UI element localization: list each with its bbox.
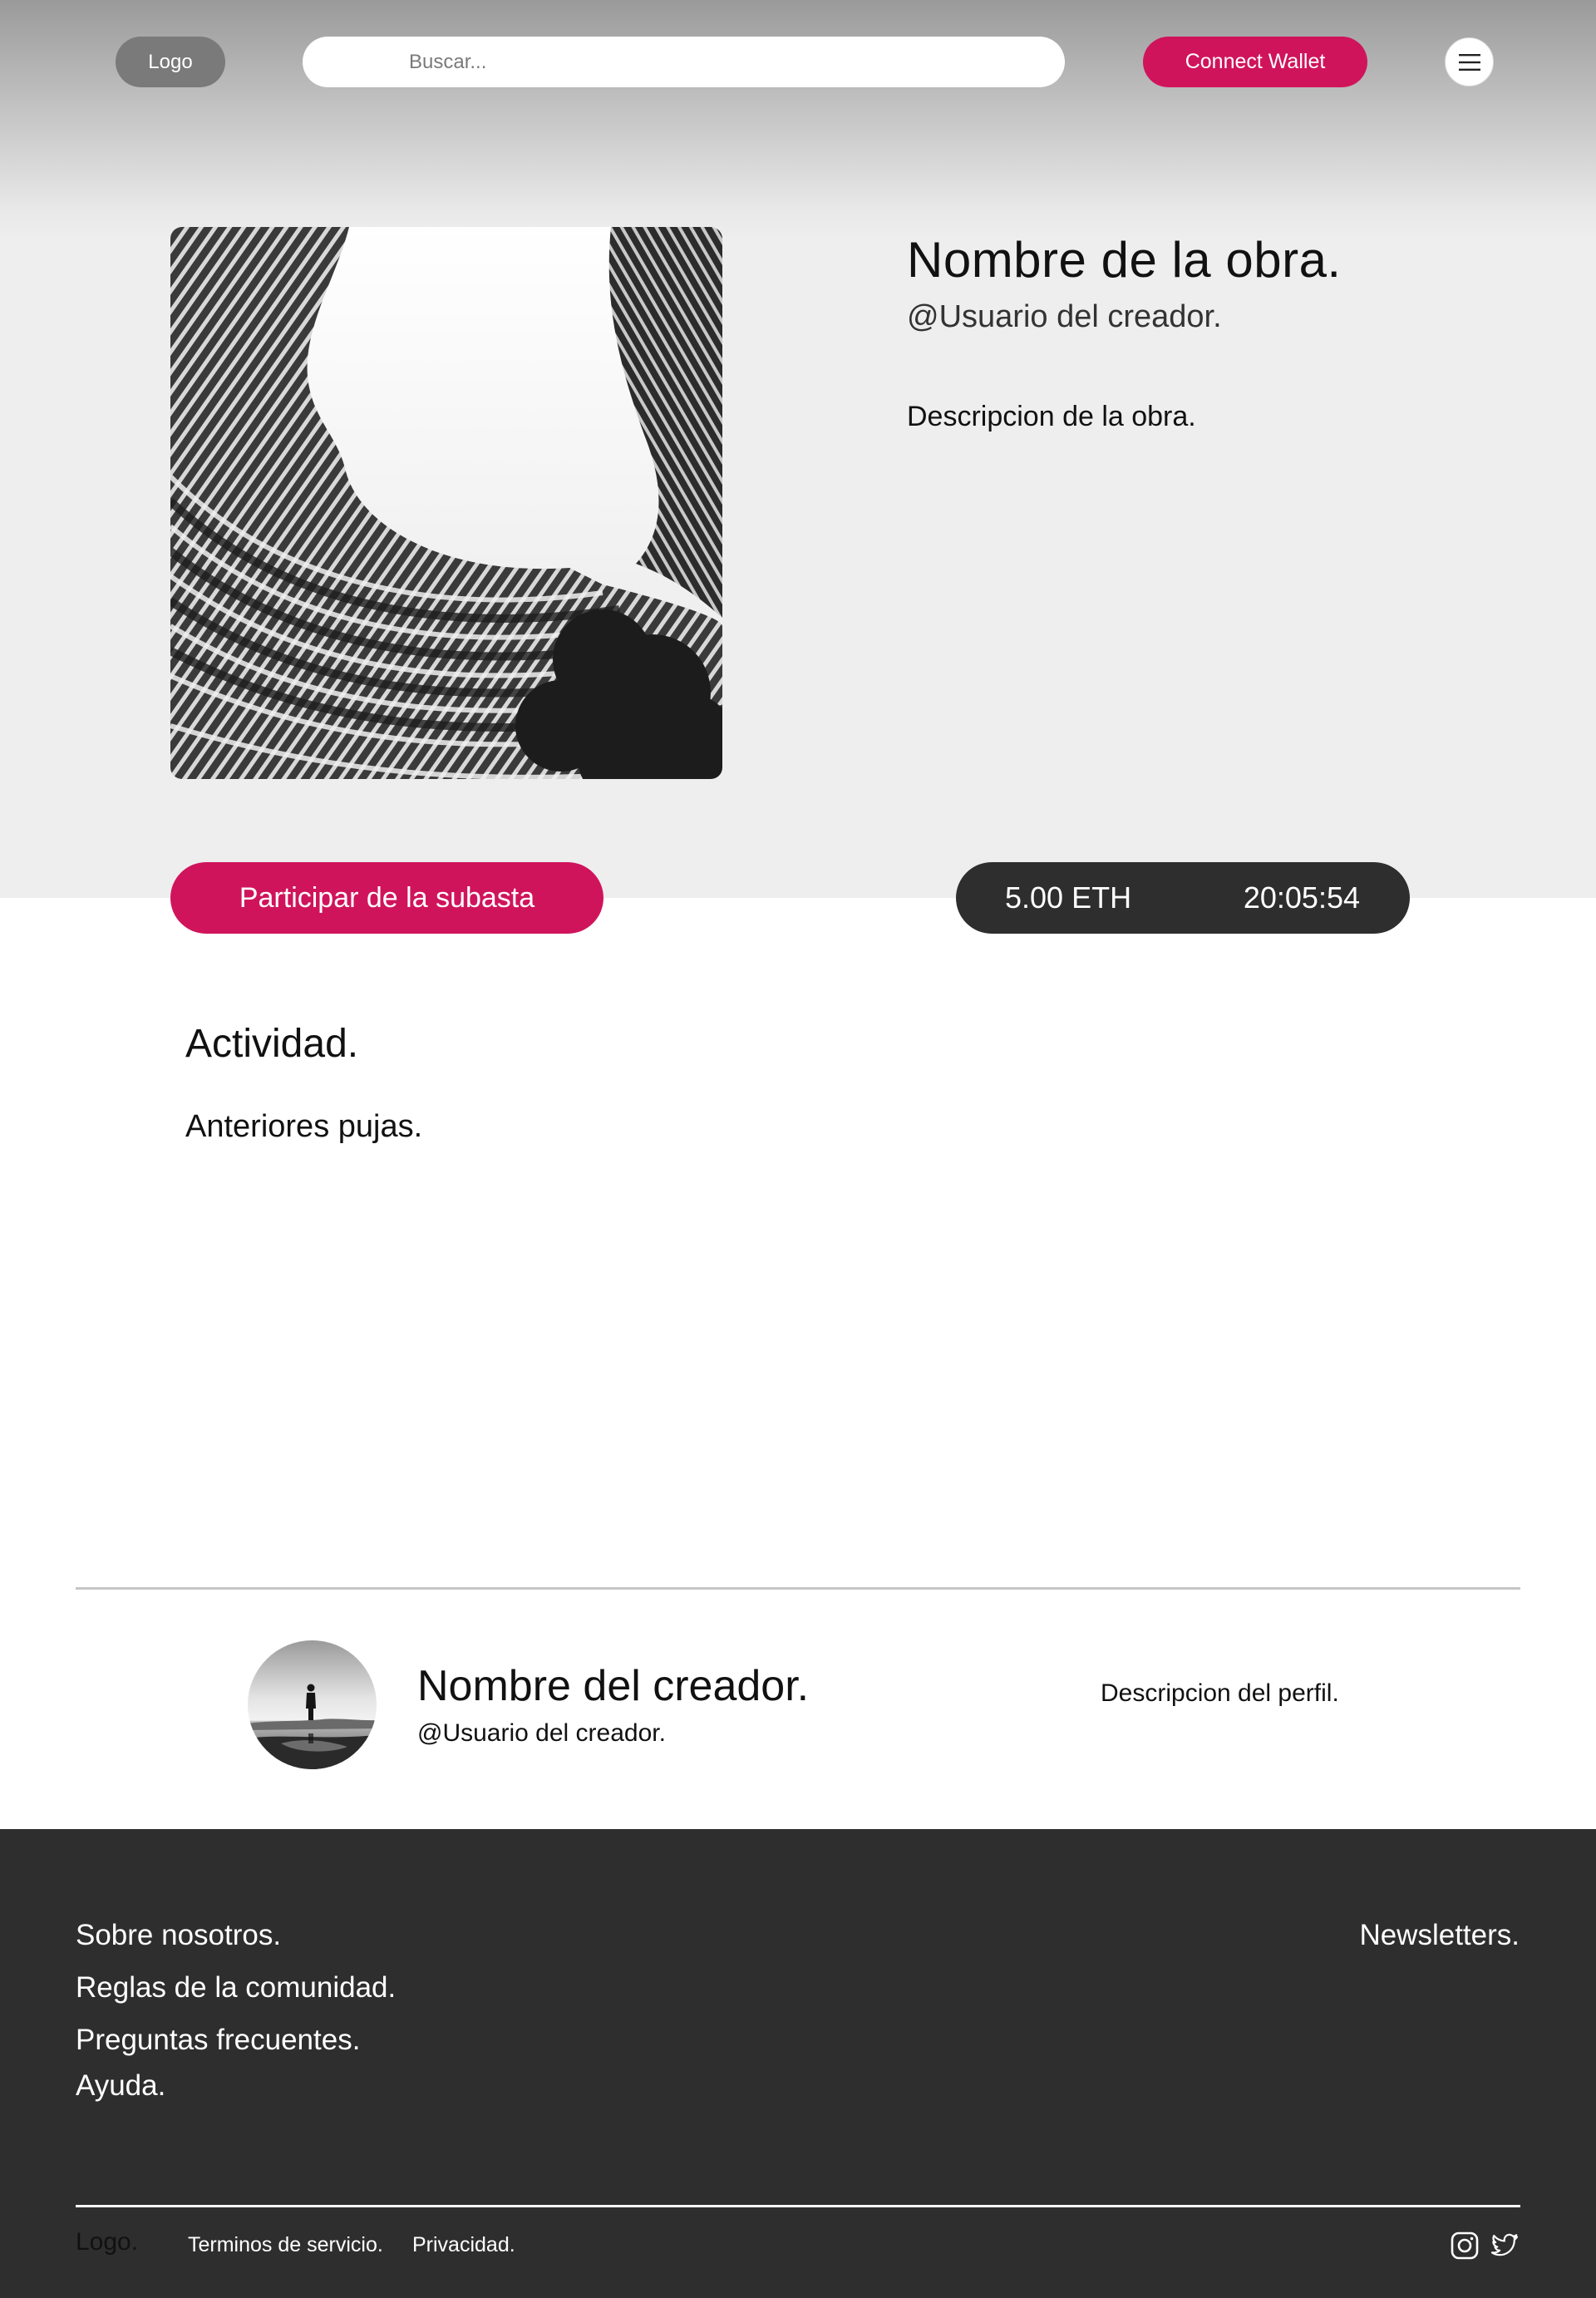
artwork-title: Nombre de la obra. (907, 232, 1342, 288)
footer-divider (76, 2205, 1520, 2207)
footer-link-faq[interactable]: Preguntas frecuentes. (76, 2024, 360, 2057)
auction-status: 5.00 ETH 20:05:54 (956, 862, 1410, 934)
footer-link-help[interactable]: Ayuda. (76, 2069, 165, 2103)
twitter-button[interactable] (1490, 2231, 1519, 2260)
creator-username[interactable]: @Usuario del creador. (417, 1719, 666, 1748)
creator-name: Nombre del creador. (417, 1662, 810, 1710)
terms-of-service-link[interactable]: Terminos de servicio. (188, 2233, 383, 2257)
hamburger-menu-icon (1458, 53, 1480, 71)
privacy-link[interactable]: Privacidad. (412, 2233, 515, 2257)
instagram-icon (1451, 2231, 1479, 2260)
instagram-button[interactable] (1451, 2231, 1479, 2260)
logo-button[interactable]: Logo (116, 37, 225, 87)
footer-newsletters-link[interactable]: Newsletters. (1359, 1919, 1520, 1952)
curved-building-photo (170, 227, 722, 779)
footer-link-about[interactable]: Sobre nosotros. (76, 1919, 281, 1952)
artwork-description: Descripcion de la obra. (907, 401, 1196, 432)
hero-section: Logo Connect Wallet (0, 0, 1596, 898)
search-input[interactable] (303, 37, 1065, 87)
footer: Sobre nosotros. Reglas de la comunidad. … (0, 1829, 1596, 2298)
twitter-icon (1490, 2233, 1519, 2256)
connect-wallet-button[interactable]: Connect Wallet (1143, 37, 1367, 87)
creator-avatar[interactable] (248, 1640, 377, 1769)
section-divider (76, 1587, 1520, 1590)
artwork-creator-username[interactable]: @Usuario del creador. (907, 299, 1222, 335)
previous-bids-heading: Anteriores pujas. (185, 1109, 423, 1144)
footer-logo[interactable]: Logo. (76, 2228, 138, 2256)
creator-profile-description: Descripcion del perfil. (1101, 1679, 1339, 1707)
price-label: 5.00 ETH (1005, 880, 1132, 915)
person-silhouette-photo (248, 1640, 377, 1769)
menu-button[interactable] (1445, 37, 1494, 86)
join-auction-button[interactable]: Participar de la subasta (170, 862, 603, 934)
artwork-image[interactable] (170, 227, 722, 779)
footer-link-community-rules[interactable]: Reglas de la comunidad. (76, 1971, 396, 2005)
countdown-timer: 20:05:54 (1243, 880, 1360, 915)
activity-heading: Actividad. (185, 1022, 359, 1066)
